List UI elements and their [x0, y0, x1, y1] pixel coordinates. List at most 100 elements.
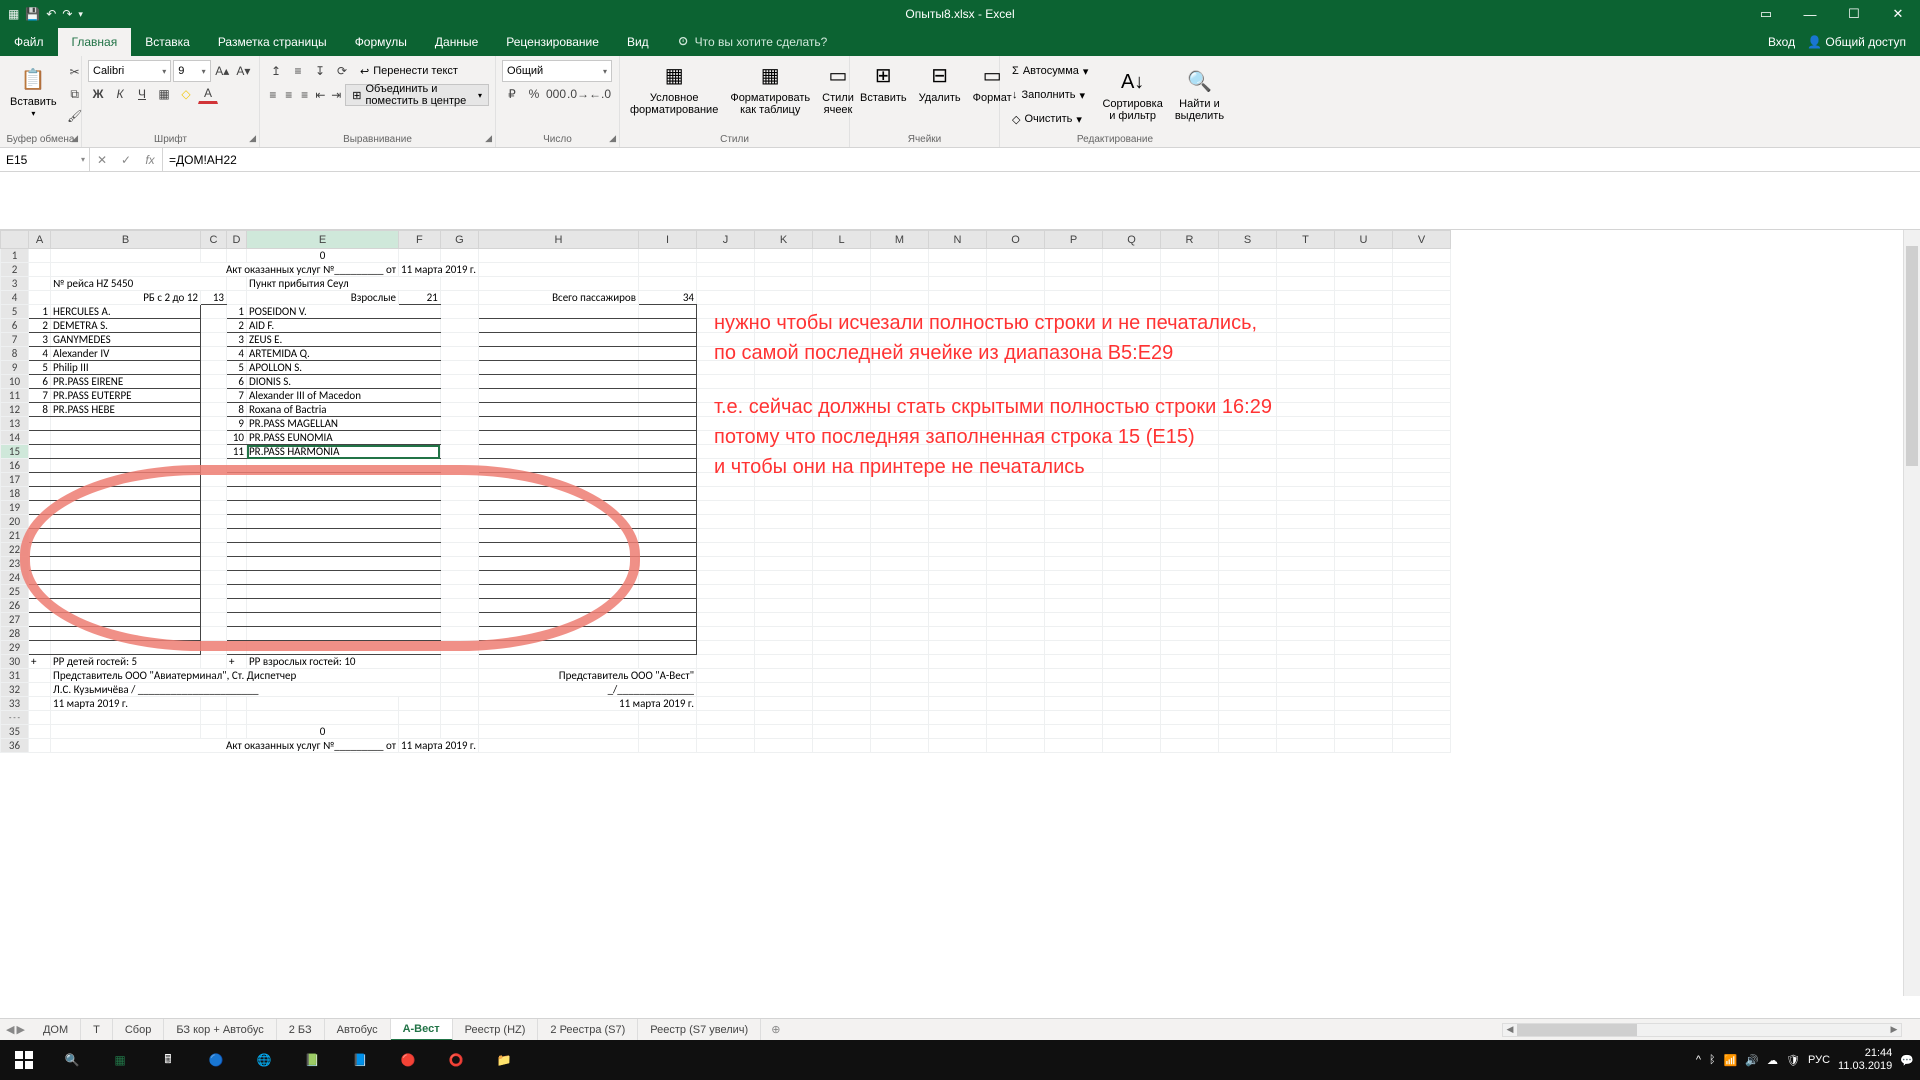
taskbar-app-icon[interactable]: 📘 — [336, 1040, 384, 1080]
share-button[interactable]: 👤 Общий доступ — [1807, 35, 1906, 49]
tab-review[interactable]: Рецензирование — [492, 28, 613, 56]
cell[interactable]: PR.PASS EIRENE — [51, 375, 201, 389]
cell[interactable]: РР взрослых гостей: 10 — [247, 655, 441, 669]
cell[interactable]: 4 — [227, 347, 247, 361]
tab-page-layout[interactable]: Разметка страницы — [204, 28, 341, 56]
column-header[interactable]: T — [1277, 231, 1335, 249]
column-header[interactable]: N — [929, 231, 987, 249]
column-header[interactable]: C — [201, 231, 227, 249]
row-header[interactable]: 33 — [1, 697, 29, 711]
dialog-launcher-icon[interactable]: ◢ — [71, 133, 78, 144]
number-format-combo[interactable]: Общий — [502, 60, 612, 82]
increase-indent-icon[interactable]: ⇥ — [329, 85, 343, 105]
decrease-font-icon[interactable]: A▾ — [234, 61, 253, 81]
cell[interactable]: РР детей гостей: 5 — [51, 655, 201, 669]
sheet-tab[interactable]: БЗ кор + Автобус — [164, 1019, 276, 1041]
worksheet-grid[interactable]: ABCDEFGHIJKLMNOPQRSTUV102Акт оказанных у… — [0, 230, 1920, 1018]
accounting-format-icon[interactable]: ₽ — [502, 84, 522, 104]
italic-button[interactable]: К — [110, 84, 130, 104]
undo-icon[interactable]: ↶ — [46, 7, 56, 21]
sort-filter-button[interactable]: A↓Сортировка и фильтр — [1098, 60, 1166, 130]
cell[interactable]: 9 — [227, 417, 247, 431]
cell[interactable] — [639, 403, 697, 417]
row-header[interactable]: 7 — [1, 333, 29, 347]
cell[interactable]: 5 — [29, 361, 51, 375]
tray-chevron-icon[interactable]: ^ — [1696, 1054, 1701, 1066]
cancel-formula-icon[interactable]: ✕ — [90, 153, 114, 167]
cell[interactable]: PR.PASS HEBE — [51, 403, 201, 417]
cell[interactable] — [29, 473, 51, 487]
cell[interactable]: ARTEMIDA Q. — [247, 347, 441, 361]
cell[interactable]: 10 — [227, 431, 247, 445]
taskbar-app-icon[interactable]: 🔵 — [192, 1040, 240, 1080]
cell[interactable]: + — [227, 655, 247, 669]
tab-formulas[interactable]: Формулы — [341, 28, 421, 56]
row-header[interactable]: 30 — [1, 655, 29, 669]
sheet-tab[interactable]: Т — [81, 1019, 113, 1041]
cell[interactable]: + — [29, 655, 51, 669]
align-center-icon[interactable]: ≡ — [282, 85, 296, 105]
tab-view[interactable]: Вид — [613, 28, 663, 56]
cell[interactable]: ZEUS E. — [247, 333, 441, 347]
cell[interactable]: 11 марта 2019 г. — [479, 697, 697, 711]
cell[interactable]: POSEIDON V. — [247, 305, 441, 319]
column-header[interactable]: A — [29, 231, 51, 249]
conditional-formatting-button[interactable]: ▦Условное форматирование — [626, 60, 722, 118]
cell[interactable] — [51, 431, 201, 445]
cell[interactable]: 13 — [201, 291, 227, 305]
tray-onedrive-icon[interactable]: ☁ — [1767, 1054, 1778, 1067]
row-header[interactable]: 27 — [1, 613, 29, 627]
align-top-icon[interactable]: ↥ — [266, 61, 286, 81]
cell[interactable] — [639, 515, 697, 529]
column-header[interactable]: G — [440, 231, 478, 249]
cell[interactable] — [29, 431, 51, 445]
row-header[interactable]: 5 — [1, 305, 29, 319]
cell[interactable] — [51, 417, 201, 431]
tab-data[interactable]: Данные — [421, 28, 492, 56]
cell[interactable] — [639, 431, 697, 445]
taskbar-explorer-icon[interactable]: 📁 — [480, 1040, 528, 1080]
row-header[interactable]: 29 — [1, 641, 29, 655]
cell[interactable] — [479, 333, 639, 347]
row-header[interactable]: 14 — [1, 431, 29, 445]
cell[interactable]: Alexander III of Macedon — [247, 389, 441, 403]
column-header[interactable]: F — [399, 231, 441, 249]
ribbon-options-icon[interactable]: ▭ — [1744, 0, 1788, 28]
cell[interactable]: 0 — [247, 725, 399, 739]
merge-center-button[interactable]: ⊞Объединить и поместить в центре▾ — [345, 84, 489, 106]
cell[interactable]: 0 — [247, 249, 399, 263]
fill-color-button[interactable]: ◇ — [176, 84, 196, 104]
cell[interactable] — [639, 543, 697, 557]
cell[interactable] — [639, 501, 697, 515]
save-icon[interactable]: 💾 — [25, 7, 40, 21]
cell[interactable]: 3 — [227, 333, 247, 347]
row-header[interactable]: 36 — [1, 739, 29, 753]
tray-language[interactable]: РУС — [1808, 1054, 1830, 1066]
row-header[interactable]: 6 — [1, 319, 29, 333]
column-header[interactable]: B — [51, 231, 201, 249]
cell[interactable] — [639, 599, 697, 613]
cell[interactable] — [639, 319, 697, 333]
cell[interactable] — [51, 445, 201, 459]
align-right-icon[interactable]: ≡ — [298, 85, 312, 105]
cell[interactable]: 11 марта 2019 г. — [399, 263, 479, 277]
cell[interactable]: 7 — [29, 389, 51, 403]
sign-in-link[interactable]: Вход — [1768, 35, 1795, 49]
cell[interactable]: GANYMEDES — [51, 333, 201, 347]
row-header[interactable]: 20 — [1, 515, 29, 529]
search-icon[interactable]: 🔍 — [48, 1040, 96, 1080]
cell[interactable]: DEMETRA S. — [51, 319, 201, 333]
cell[interactable]: Представитель ООО "Авиатерминал", Ст. Ди… — [51, 669, 441, 683]
cell[interactable]: PR.PASS EUTERPE — [51, 389, 201, 403]
cell[interactable] — [479, 445, 639, 459]
cell[interactable] — [639, 459, 697, 473]
cell[interactable] — [639, 305, 697, 319]
tray-clock[interactable]: 21:4411.03.2019 — [1838, 1047, 1892, 1073]
row-header[interactable]: 11 — [1, 389, 29, 403]
underline-button[interactable]: Ч — [132, 84, 152, 104]
cell[interactable] — [479, 347, 639, 361]
font-size-combo[interactable]: 9 — [173, 60, 210, 82]
cell[interactable]: 5 — [227, 361, 247, 375]
cell[interactable]: DIONIS S. — [247, 375, 441, 389]
row-header[interactable]: 3 — [1, 277, 29, 291]
